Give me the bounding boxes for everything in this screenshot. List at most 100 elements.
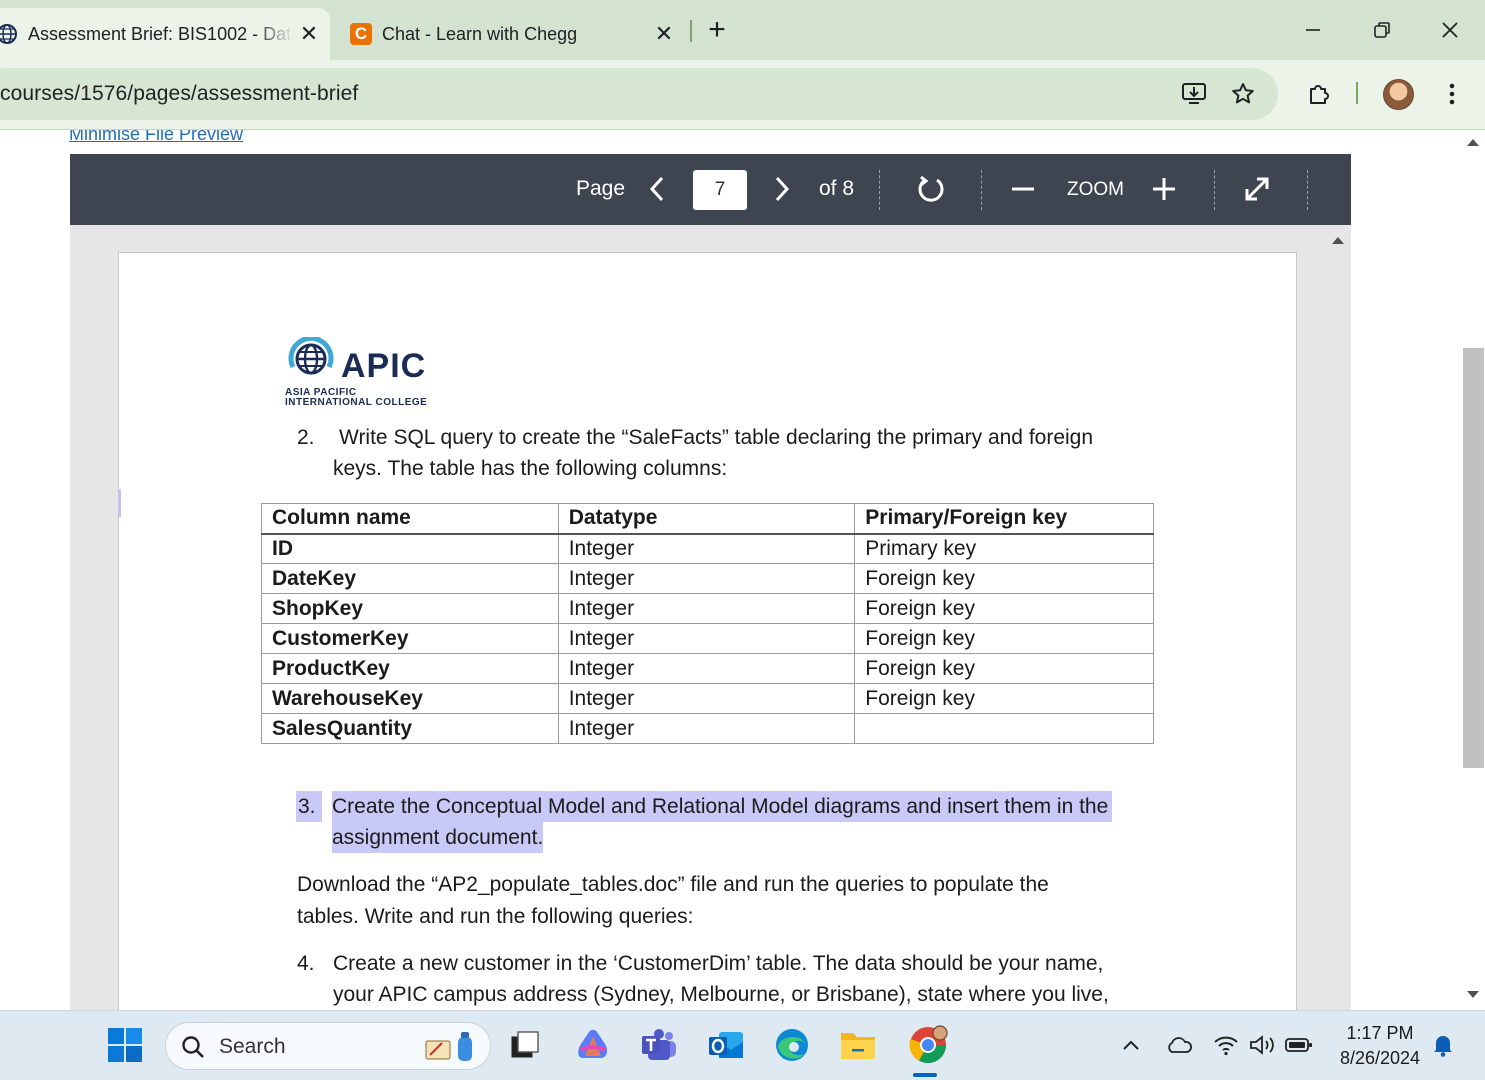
close-tab-icon[interactable]: ✕ [294,21,324,47]
table-row: ShopKey Integer Foreign key [261,593,1154,624]
taskbar-clock[interactable]: 1:17 PM 8/26/2024 [1330,1021,1430,1071]
text-cursor-marker [118,489,121,517]
file-explorer-icon[interactable] [838,1025,878,1065]
table-row: CustomerKey Integer Foreign key [261,623,1154,654]
table-cell: Foreign key [854,653,1154,684]
question-3-line2: assignment document. [332,822,544,853]
table-cell: ShopKey [261,593,559,624]
toolbar-separator [1356,82,1358,104]
search-icon [182,1036,204,1058]
page-count-label: of 8 [819,177,855,200]
install-app-icon[interactable] [1178,78,1210,110]
url-text[interactable]: courses/1576/pages/assessment-brief [0,82,358,106]
previous-page-button[interactable] [634,166,680,212]
table-cell: SalesQuantity [261,713,559,744]
question-4-number: 4. [297,952,315,975]
question-4-line1: Create a new customer in the ‘CustomerDi… [333,952,1104,975]
profile-avatar[interactable] [1383,79,1414,110]
next-page-button[interactable] [759,166,805,212]
clock-date: 8/26/2024 [1339,1048,1421,1068]
tab-assessment-brief[interactable]: Assessment Brief: BIS1002 - Data ✕ [0,8,330,60]
document-page: APIC ASIA PACIFIC INTERNATIONAL COLLEGE … [118,252,1297,1010]
table-cell: DateKey [261,563,559,594]
restore-window-button[interactable] [1352,10,1412,50]
battery-icon[interactable] [1280,1025,1318,1065]
windows-start-icon[interactable] [105,1025,145,1065]
question-2-line1: Write SQL query to create the “SaleFacts… [339,426,1094,449]
scroll-up-arrow-icon[interactable] [1467,138,1479,146]
active-app-indicator [913,1073,937,1077]
table-row: ID Integer Primary key [261,533,1154,564]
outlook-icon[interactable] [706,1025,746,1065]
page-number-input[interactable]: 7 [693,170,747,210]
minimize-window-button[interactable] [1283,10,1343,50]
table-cell: Foreign key [854,563,1154,594]
question-3-line1: Create the Conceptual Model and Relation… [332,791,1113,822]
table-cell: Integer [557,713,856,744]
new-tab-button[interactable]: + [702,12,732,48]
table-header-row: Column name Datatype Primary/Foreign key [261,503,1154,535]
search-highlight-icon [425,1032,472,1061]
viewer-toolbar: Page 7 of 8 ZOOM [70,154,1351,225]
rotate-icon[interactable] [908,166,954,212]
table-cell: Foreign key [854,593,1154,624]
minimise-file-preview-link[interactable]: Minimise File Preview [69,130,243,145]
table-cell: Integer [557,653,856,684]
file-viewer: Page 7 of 8 ZOOM APIC ASIA PACIFIC INTER… [70,154,1351,1010]
salefacts-columns-table: Column name Datatype Primary/Foreign key… [261,503,1154,744]
fullscreen-expand-icon[interactable] [1234,166,1280,212]
bookmark-star-icon[interactable] [1227,78,1259,110]
question-4-line2: your APIC campus address (Sydney, Melbou… [333,983,1109,1006]
taskbar-search-box[interactable]: Search [165,1022,491,1070]
address-bar[interactable]: courses/1576/pages/assessment-brief [0,68,1278,120]
search-placeholder: Search [219,1035,286,1058]
zoom-in-button[interactable] [1141,166,1187,212]
question-2-number: 2. [297,426,315,449]
page-label: Page [576,177,626,200]
notification-bell-icon[interactable] [1424,1025,1462,1065]
copilot-icon[interactable] [573,1025,613,1065]
table-cell: ID [261,533,559,564]
globe-icon [0,23,18,45]
table-header: Datatype [557,503,856,535]
logo-subtitle-line2: INTERNATIONAL COLLEGE [285,397,428,408]
teams-icon[interactable] [639,1025,679,1065]
chrome-icon[interactable] [904,1021,952,1069]
apic-logo: APIC ASIA PACIFIC INTERNATIONAL COLLEGE [285,337,455,408]
table-cell: Foreign key [854,683,1154,714]
tab-chegg[interactable]: C Chat - Learn with Chegg ✕ [340,8,685,60]
windows-taskbar: Search 1:17 PM 8/26/2024 [0,1010,1485,1080]
viewer-separator [1214,170,1215,210]
scroll-down-arrow-icon[interactable] [1467,991,1479,999]
viewer-scroll-up-icon[interactable] [1332,236,1344,244]
table-cell: Integer [557,563,856,594]
chegg-icon: C [350,23,372,45]
browser-menu-icon[interactable] [1436,78,1468,110]
scrollbar-thumb[interactable] [1463,348,1484,768]
close-window-button[interactable] [1420,10,1480,50]
show-hidden-icons-chevron-icon[interactable] [1112,1025,1150,1065]
table-cell: Foreign key [854,623,1154,654]
extensions-puzzle-icon[interactable] [1303,78,1335,110]
viewer-separator [879,170,880,210]
table-row: DateKey Integer Foreign key [261,563,1154,594]
page-content: Minimise File Preview Page 7 of 8 ZOOM A… [0,130,1485,1010]
table-cell: Integer [557,533,856,564]
viewer-separator [1307,170,1308,210]
download-instructions-line1: Download the “AP2_populate_tables.doc” f… [297,873,1049,896]
page-scrollbar[interactable] [1462,130,1485,1010]
zoom-label: ZOOM [1067,179,1124,200]
volume-icon[interactable] [1244,1025,1282,1065]
wifi-icon[interactable] [1207,1025,1245,1065]
task-view-icon[interactable] [505,1025,545,1065]
tab-title: Chat - Learn with Chegg [382,23,578,44]
zoom-out-button[interactable] [1000,166,1046,212]
close-tab-icon[interactable]: ✕ [649,21,679,47]
table-row: ProductKey Integer Foreign key [261,653,1154,684]
onedrive-cloud-icon[interactable] [1160,1025,1198,1065]
edge-browser-icon[interactable] [772,1025,812,1065]
table-cell: Primary key [854,533,1154,564]
table-row: SalesQuantity Integer [261,713,1154,744]
table-header: Primary/Foreign key [854,503,1154,535]
question-2-line2: keys. The table has the following column… [333,457,728,480]
